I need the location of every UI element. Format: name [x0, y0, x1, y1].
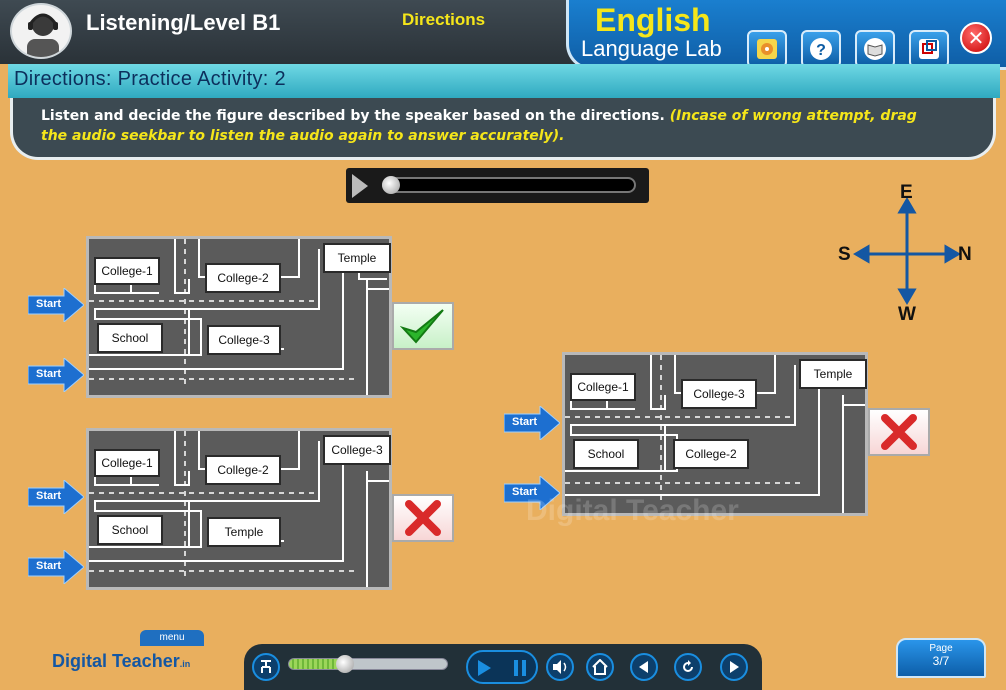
avatar [10, 3, 72, 59]
compass-west-label: W [898, 304, 916, 325]
building-label: College-3 [323, 435, 391, 465]
cd-button[interactable] [747, 30, 787, 68]
building-label: College-3 [207, 325, 281, 355]
home-icon [592, 659, 608, 675]
logo-suffix: .in [179, 659, 191, 669]
compass-south-label: S [838, 244, 851, 265]
map-option-1[interactable]: College-1 College-2 Temple School Colleg… [86, 236, 392, 398]
start-arrow: Start [504, 406, 560, 440]
start-label: Start [36, 368, 62, 380]
start-arrow: Start [28, 288, 84, 322]
window-icon [919, 39, 939, 59]
previous-button[interactable] [630, 653, 658, 681]
wrong-mark [392, 494, 454, 542]
header-bar: Listening/Level B1 Directions English La… [0, 0, 1006, 70]
lesson-progress-handle[interactable] [335, 655, 354, 673]
player-controls [244, 644, 762, 690]
close-icon: ✕ [967, 26, 985, 50]
replay-button[interactable] [674, 653, 702, 681]
building-label: College-2 [673, 439, 749, 469]
svg-text:?: ? [816, 42, 826, 59]
cross-icon [405, 500, 441, 536]
speaker-icon [553, 660, 567, 674]
instruction-main: Listen and decide the figure described b… [41, 108, 665, 124]
building-label: School [97, 515, 163, 545]
pause-icon[interactable] [514, 660, 526, 676]
cross-icon [881, 414, 917, 450]
checkmark-icon [400, 309, 444, 344]
audio-player [346, 168, 649, 203]
activity-title: Directions: Practice Activity: 2 [14, 68, 286, 90]
building-label: Temple [323, 243, 391, 273]
glossary-button[interactable] [855, 30, 895, 68]
play-pause-group [466, 650, 538, 684]
instruction-text: Listen and decide the figure described b… [41, 106, 941, 146]
correct-mark [392, 302, 454, 350]
play-icon[interactable] [478, 660, 491, 676]
home-button[interactable] [586, 653, 614, 681]
audio-seekbar[interactable] [382, 177, 636, 193]
building-label: College-1 [570, 373, 636, 401]
compass-north-label: N [958, 244, 972, 265]
building-label: School [97, 323, 163, 353]
forward-arrow-icon [730, 661, 739, 673]
compass: E W S N [836, 180, 978, 330]
start-arrow: Start [28, 480, 84, 514]
audio-play-button[interactable] [352, 174, 368, 198]
back-arrow-icon [639, 661, 648, 673]
tree-icon [261, 660, 271, 673]
close-button[interactable]: ✕ [960, 22, 992, 54]
book-icon [864, 38, 886, 60]
audio-seek-handle[interactable] [382, 176, 400, 194]
start-label: Start [36, 490, 62, 502]
start-arrow: Start [28, 550, 84, 584]
building-label: College-1 [94, 449, 160, 477]
help-button[interactable]: ? [801, 30, 841, 68]
start-arrow: Start [28, 358, 84, 392]
page-label: Page [929, 643, 953, 654]
activity-bar: Directions: Practice Activity: 2 [8, 64, 1000, 98]
building-label: Temple [799, 359, 867, 389]
start-label: Start [36, 560, 62, 572]
next-button[interactable] [720, 653, 748, 681]
building-label: College-2 [205, 263, 281, 293]
start-label: Start [36, 298, 62, 310]
building-label: Temple [207, 517, 281, 547]
volume-button[interactable] [546, 653, 574, 681]
window-button[interactable] [909, 30, 949, 68]
section-label: Directions [402, 10, 486, 29]
brand-english: English [595, 2, 711, 38]
start-label: Start [512, 416, 538, 428]
footer-bar: menu Digital Teacher.in [0, 630, 1006, 690]
wrong-mark [868, 408, 930, 456]
brand-lab: Language Lab [581, 36, 722, 61]
menu-button[interactable]: menu [140, 630, 204, 646]
page-indicator: Page 3/7 [896, 638, 986, 678]
tree-button[interactable] [252, 653, 280, 681]
map-option-2[interactable]: College-1 College-2 College-3 School Tem… [86, 428, 392, 590]
page-title: Listening/Level B1 [86, 10, 281, 35]
page-number: 3/7 [932, 654, 950, 668]
building-label: College-1 [94, 257, 160, 285]
map-option-3[interactable]: College-1 College-3 Temple School Colleg… [562, 352, 868, 516]
cd-icon [757, 39, 777, 59]
digital-teacher-logo: Digital Teacher.in [52, 651, 190, 672]
refresh-icon [683, 660, 693, 672]
building-label: College-3 [681, 379, 757, 409]
building-label: College-2 [205, 455, 281, 485]
lesson-progress-bar[interactable] [288, 658, 448, 670]
logo-text: Digital Teacher [52, 651, 180, 671]
watermark: Digital Teacher [526, 494, 739, 527]
instruction-panel: Listen and decide the figure described b… [10, 98, 996, 160]
building-label: School [573, 439, 639, 469]
compass-east-label: E [900, 182, 913, 203]
help-icon: ? [810, 38, 832, 60]
brand-panel: English Language Lab ? [566, 0, 1006, 70]
